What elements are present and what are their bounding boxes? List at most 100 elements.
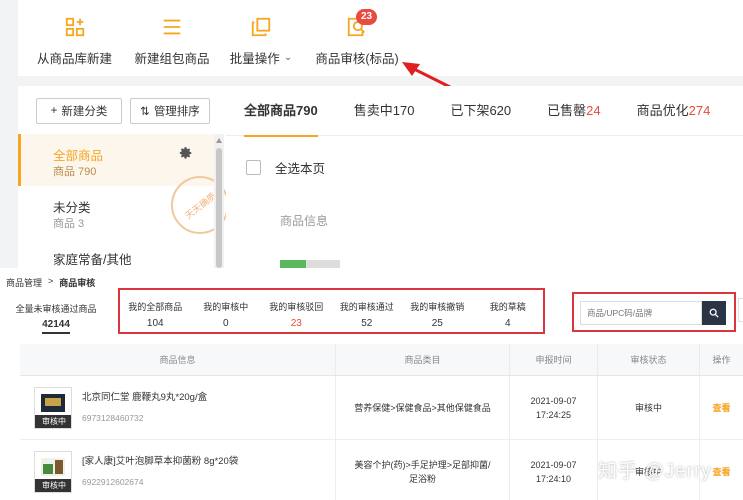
stat-value: 25	[431, 318, 443, 329]
tab-on-sale[interactable]: 售卖中170	[336, 86, 433, 136]
product-management-panel: 从商品库新建 新建组包商品 批量操作 ⌄ 23 商品审核(标品) + 新建分类 …	[0, 0, 743, 268]
stat-my-reviewing[interactable]: 我的审核中 0	[191, 300, 262, 332]
search-input[interactable]	[580, 301, 702, 325]
product-info-header: 商品信息	[280, 214, 329, 228]
stat-label: 我的全部商品	[128, 302, 183, 312]
tab-label: 售卖中	[353, 103, 393, 118]
stat-my-rejected[interactable]: 我的审核驳回 23	[261, 300, 332, 332]
stat-label: 全量未审核通过商品	[15, 304, 97, 314]
gear-icon[interactable]	[179, 146, 193, 160]
audit-status: 审核中	[598, 376, 700, 439]
product-thumbnail-partial	[280, 260, 340, 268]
table-row: 审核中 北京同仁堂 鹿鞭丸9丸*20g/盒 6973128460732 营养保健…	[20, 376, 743, 440]
watermark: 知乎 @Jerry	[598, 461, 712, 482]
status-tabs: 全部商品790 售卖中170 已下架620 已售罄24 商品优化274	[226, 86, 743, 137]
product-category: 营养保健>保健食品>其他保健食品	[336, 376, 510, 439]
toolbar-label: 批量操作	[229, 52, 280, 66]
product-category: 美容个护(药)>手足护理>足部抑菌/足浴粉	[336, 440, 510, 500]
breadcrumb-item[interactable]: 商品管理	[6, 276, 42, 289]
breadcrumb-separator: >	[48, 276, 54, 286]
product-image[interactable]: 审核中	[34, 386, 72, 429]
chevron-down-icon: ⌄	[283, 52, 293, 63]
new-category-button[interactable]: + 新建分类	[36, 98, 122, 124]
manage-sort-label: 管理排序	[153, 106, 200, 118]
new-category-label: 新建分类	[61, 106, 108, 118]
stat-my-drafts[interactable]: 我的草稿 4	[473, 300, 544, 332]
copy-icon	[251, 17, 271, 37]
product-name: [家人康]艾叶泡脚草本抑菌粉 8g*20袋	[82, 455, 239, 467]
search-button[interactable]	[702, 301, 726, 325]
tab-count: 24	[586, 103, 601, 118]
submit-date: 2021-09-07	[530, 395, 577, 406]
tab-optimize[interactable]: 商品优化274	[619, 86, 729, 136]
stat-label: 我的审核通过	[339, 302, 394, 312]
new-bundle-button[interactable]: 新建组包商品	[131, 0, 213, 76]
stat-label: 我的审核驳回	[269, 302, 324, 312]
toolbar-label: 从商品库新建	[36, 52, 112, 66]
search-icon	[709, 308, 719, 318]
submit-time: 2021-09-07 17:24:25	[510, 376, 598, 439]
manage-sort-button[interactable]: ⇅ 管理排序	[130, 98, 210, 124]
stat-my-approved[interactable]: 我的审核通过 52	[332, 300, 403, 332]
product-image[interactable]: 审核中	[34, 450, 72, 493]
stat-value: 104	[146, 318, 164, 329]
stat-all-unapproved[interactable]: 全量未审核通过商品 42144	[0, 296, 112, 336]
new-from-library-button[interactable]: 从商品库新建	[18, 0, 131, 76]
tab-count: 170	[392, 103, 415, 118]
stat-value: 52	[361, 318, 373, 329]
toolbar-label: 商品审核(标品)	[315, 52, 399, 66]
submit-date: 2021-09-07	[530, 459, 577, 470]
stamp-text: 天天确质	[183, 190, 218, 221]
status-tag: 审核中	[35, 478, 71, 492]
select-all-row: 全选本页	[246, 158, 325, 177]
tab-sold-out[interactable]: 已售罄24	[529, 86, 618, 136]
add-grid-icon	[65, 17, 84, 37]
next-control-edge[interactable]	[738, 298, 743, 322]
breadcrumb-current: 商品审核	[59, 278, 96, 288]
product-cell: 审核中 [家人康]艾叶泡脚草本抑菌粉 8g*20袋 6922912602674	[20, 440, 336, 500]
toolbar: 从商品库新建 新建组包商品 批量操作 ⌄ 23 商品审核(标品)	[18, 0, 743, 76]
stat-my-revoked[interactable]: 我的审核撤销 25	[402, 300, 473, 332]
scroll-thumb[interactable]	[216, 148, 222, 268]
product-box-image	[41, 457, 65, 476]
plus-icon: +	[50, 105, 58, 117]
audit-stats: 全量未审核通过商品 42144	[0, 296, 112, 336]
column-header: 商品类目	[336, 344, 510, 375]
product-code: 6922912602674	[82, 476, 144, 487]
product-audit-page: 商品管理 > 商品审核 全量未审核通过商品 42144 我的全部商品 104 我的…	[0, 268, 743, 500]
view-link[interactable]: 查看	[712, 465, 730, 479]
column-header: 操作	[712, 355, 731, 365]
scroll-up-icon[interactable]	[216, 138, 222, 143]
tab-count: 620	[489, 103, 512, 118]
tab-label: 已下架	[450, 103, 490, 118]
stat-value: 4	[504, 318, 511, 329]
column-header: 审核状态	[598, 344, 700, 375]
tab-count: 790	[296, 103, 318, 118]
stat-label: 我的审核撤销	[410, 302, 465, 312]
sidebar-scrollbar[interactable]	[214, 134, 224, 268]
list-icon	[163, 19, 181, 35]
view-link[interactable]: 查看	[712, 401, 730, 415]
product-name: 北京同仁堂 鹿鞭丸9丸*20g/盒	[82, 391, 208, 403]
category-item-all[interactable]: 全部商品 商品 790	[18, 134, 214, 186]
stat-label: 我的审核中	[203, 302, 249, 312]
column-header: 申报时间	[510, 344, 598, 375]
tab-label: 商品优化	[636, 103, 689, 118]
tab-label: 全部商品	[244, 103, 297, 118]
tab-delisted[interactable]: 已下架620	[432, 86, 529, 136]
table-header: 商品信息 商品类目 申报时间 审核状态 操作	[20, 344, 743, 376]
breadcrumb: 商品管理 > 商品审核	[6, 276, 95, 289]
product-list-panel: 全部商品790 售卖中170 已下架620 已售罄24 商品优化274 全选本页…	[226, 86, 743, 268]
stat-value: 23	[290, 318, 302, 329]
product-box-image	[41, 393, 65, 412]
select-all-checkbox[interactable]	[246, 160, 261, 175]
tab-all[interactable]: 全部商品790	[226, 86, 336, 137]
category-sidebar: + 新建分类 ⇅ 管理排序 全部商品 商品 790 未分类 商品 3 家庭常备/…	[18, 86, 241, 268]
column-header: 商品信息	[20, 344, 336, 375]
stat-my-all[interactable]: 我的全部商品 104	[120, 300, 191, 332]
submit-clock: 17:24:10	[535, 473, 572, 484]
category-item-household[interactable]: 家庭常备/其他	[18, 238, 214, 268]
batch-operation-button[interactable]: 批量操作 ⌄	[213, 0, 309, 76]
screenshot-root: 从商品库新建 新建组包商品 批量操作 ⌄ 23 商品审核(标品) + 新建分类 …	[0, 0, 743, 500]
product-audit-button[interactable]: 23 商品审核(标品)	[309, 0, 405, 76]
